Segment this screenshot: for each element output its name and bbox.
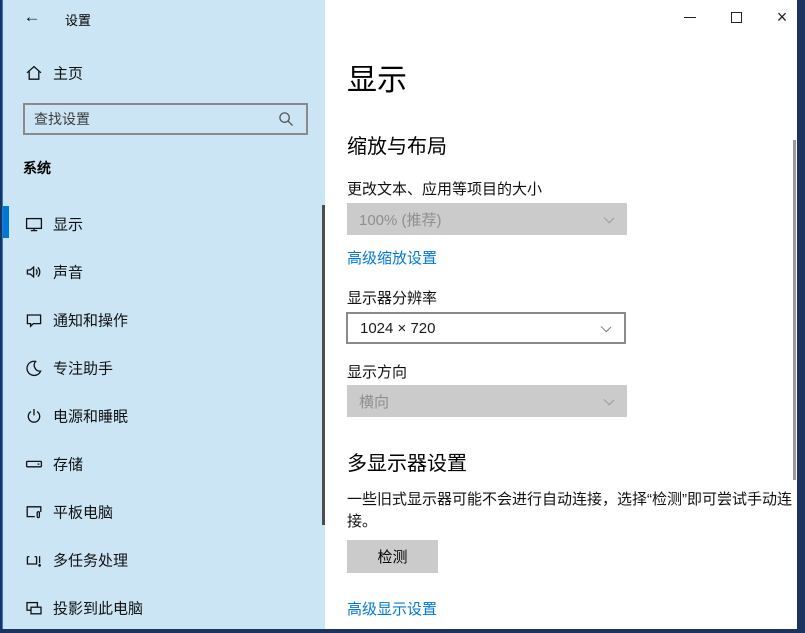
scale-dropdown-value: 100% (推荐) [359, 209, 442, 230]
sidebar-item-display[interactable]: 显示 [3, 208, 325, 240]
close-button[interactable]: × [768, 5, 796, 29]
sidebar-item-label: 专注助手 [53, 358, 113, 379]
sidebar-item-label: 声音 [53, 262, 83, 283]
resolution-label: 显示器分辨率 [347, 287, 437, 308]
multi-display-description: 一些旧式显示器可能不会进行自动连接，选择“检测”即可尝试手动连接。 [347, 489, 792, 533]
power-icon [24, 406, 44, 426]
maximize-icon [731, 12, 742, 23]
orientation-dropdown-value: 横向 [359, 391, 389, 412]
sidebar-item-label: 显示 [53, 214, 83, 235]
detect-button[interactable]: 检测 [347, 540, 438, 573]
scale-dropdown: 100% (推荐) [347, 203, 627, 235]
sidebar-item-projecting[interactable]: 投影到此电脑 [3, 592, 325, 624]
page-title: 显示 [347, 55, 407, 99]
resolution-dropdown-value: 1024 × 720 [360, 320, 436, 337]
sidebar-item-notifications[interactable]: 通知和操作 [3, 304, 325, 336]
back-button[interactable]: ← [19, 5, 45, 29]
orientation-label: 显示方向 [347, 361, 407, 382]
sidebar-item-sound[interactable]: 声音 [3, 256, 325, 288]
minimize-icon [684, 17, 696, 18]
advanced-display-link[interactable]: 高级显示设置 [347, 598, 437, 619]
sidebar-item-tablet[interactable]: 平板电脑 [3, 496, 325, 528]
focus-assist-icon [24, 358, 44, 378]
content-scrollbar-thumb[interactable] [793, 140, 796, 480]
multitasking-icon [24, 550, 44, 570]
sidebar-item-home[interactable]: 主页 [3, 57, 325, 89]
search-input[interactable] [25, 105, 276, 133]
search-icon[interactable] [276, 109, 298, 129]
tablet-icon [24, 502, 44, 522]
maximize-button[interactable] [722, 5, 750, 29]
scale-layout-heading: 缩放与布局 [347, 130, 447, 159]
sidebar-item-label: 投影到此电脑 [53, 598, 143, 619]
chevron-down-icon [604, 213, 615, 224]
chevron-down-icon [604, 395, 615, 406]
orientation-dropdown: 横向 [347, 385, 627, 417]
sidebar-item-power-sleep[interactable]: 电源和睡眠 [3, 400, 325, 432]
sidebar-item-label: 电源和睡眠 [53, 406, 128, 427]
resolution-dropdown[interactable]: 1024 × 720 [346, 312, 626, 344]
sidebar-item-label: 通知和操作 [53, 310, 128, 331]
sidebar-section-header: 系统 [23, 158, 51, 178]
sidebar: ← 设置 主页 系统 [3, 0, 325, 629]
projecting-icon [24, 598, 44, 618]
sidebar-item-label: 主页 [53, 63, 83, 84]
sidebar-item-label: 多任务处理 [53, 550, 128, 571]
sidebar-item-multitasking[interactable]: 多任务处理 [3, 544, 325, 576]
sound-icon [24, 262, 44, 282]
notifications-icon [24, 310, 44, 330]
display-icon [24, 214, 44, 234]
multi-display-heading: 多显示器设置 [347, 447, 467, 476]
minimize-button[interactable] [676, 5, 704, 29]
home-icon [24, 63, 44, 83]
sidebar-item-label: 平板电脑 [53, 502, 113, 523]
content-panel: × 显示 缩放与布局 更改文本、应用等项目的大小 100% (推荐) 高级缩放设… [325, 0, 797, 629]
sidebar-item-focus-assist[interactable]: 专注助手 [3, 352, 325, 384]
sidebar-item-storage[interactable]: 存储 [3, 448, 325, 480]
storage-icon [24, 454, 44, 474]
chevron-down-icon [601, 322, 612, 333]
advanced-scaling-link[interactable]: 高级缩放设置 [347, 247, 437, 268]
scale-label: 更改文本、应用等项目的大小 [347, 178, 542, 199]
app-title: 设置 [65, 10, 91, 29]
sidebar-item-label: 存储 [53, 454, 83, 475]
settings-window: ← 设置 主页 系统 [2, 0, 797, 629]
search-box [23, 103, 308, 135]
